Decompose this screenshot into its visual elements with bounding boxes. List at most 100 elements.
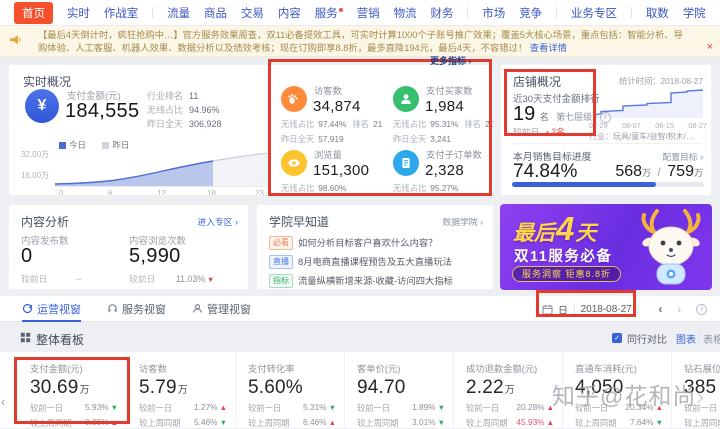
nav-item-service[interactable]: 服务 [315,5,343,21]
metric-card-visitors[interactable]: 访客数 34,874 无线占比 97.44% 排名 21 昨日全天 57,919 [281,83,391,144]
trend-arrow-icon: ▲ [328,418,336,427]
trend-arrow-icon: ▼ [110,403,118,412]
academy-link[interactable]: 数据学院 › [442,215,483,228]
kpi-value: 5.60% [248,377,303,398]
kpi-card-ztc-cost[interactable]: 直通车消耗(元) 4,050 较前一日 20.34% ▲ 较上周同期 7.64% ▼ [562,352,671,428]
rank-delta-value: 2名 [551,127,565,137]
nav-item-finance[interactable]: 财务 [430,5,453,21]
nav-item-logistics[interactable]: 物流 [394,5,417,21]
table-toggle[interactable]: 表格 [703,331,720,346]
close-icon[interactable]: × [707,42,713,53]
kpi-card-diamond-cost[interactable]: 钻石展位消耗(元) 385 较前一日20.18%▲ 较上周同期1.09%▲ [671,352,720,428]
banner-headline: 最后4天 [513,210,597,247]
y-tick-top: 32.00万 [21,150,50,159]
date-picker: 日 | 2018-08-27 | ‹ › i [542,296,708,322]
stat-industry-rank: 行业排名 11 [147,91,199,101]
next-date-button[interactable]: › [677,302,681,316]
kpi-compare-week: 较上周同期1.09%▲ [684,418,720,428]
carousel-left-arrow[interactable]: ‹ [1,394,5,409]
calendar-icon [542,304,553,315]
nav-item-traffic[interactable]: 流量 [167,5,190,21]
realtime-area-chart [55,152,267,187]
kpi-compare-day: 较前一日20.18%▲ [684,403,718,413]
tab-service-view[interactable]: 服务视窗 [107,296,166,322]
tag-live: 直播 [269,255,293,269]
nav-item-warroom[interactable]: 作战室 [104,5,139,21]
tab-management-view[interactable]: 管理视窗 [192,296,251,322]
kpi-card-visitors[interactable]: 访客数 5.79万 较前一日 1.27% ▲ 较上周同期 5.46% ▼ [126,352,235,428]
nav-item-trade[interactable]: 交易 [241,5,264,21]
promo-banner[interactable]: 最后4天 双11服务必备 服务洞察 钜惠8.8折 [500,204,712,290]
goal-progress-fill [512,182,656,187]
metric-value: 151,300 [313,162,370,179]
goal-config-link[interactable]: 配置目标 › [662,150,703,163]
legend-yday-label: 昨日 [112,140,130,150]
peer-compare-checkbox[interactable]: ✓ [612,333,622,343]
academy-item[interactable]: 指标 流量纵横新增来源-收藏-访问四大指标 [269,273,453,288]
metric-card-pay-buyers[interactable]: 支付买家数 1,984 无线占比 95.31% 排名 20 昨日全天 3,241 [393,83,493,144]
notice-text: 【最后4天倒计时，疯狂抢购中…】官方服务效果周查，双11必备提效工具，可实时计算… [38,29,690,54]
person-icon [193,303,202,313]
date-granularity[interactable]: 日 [558,302,568,317]
kpi-compare-day: 较前一日 20.28% ▲ [466,402,554,413]
announcement-icon [10,35,21,45]
metric-card-pageviews[interactable]: 浏览量 151,300 无线占比98.60% 昨日全天251,446 [281,147,391,195]
nav-item-data-fetch[interactable]: 取数 [646,5,669,21]
kpi-compare-day: 较前一日 5.31% ▼ [248,402,336,413]
kpi-compare-week: 较上周同期 3.01% ▼ [357,417,445,428]
metric-substat: 无线占比 95.27% [393,183,459,193]
trend-arrow-icon: ▼ [219,418,227,427]
prev-date-button[interactable]: ‹ [658,302,662,316]
metric-card-pay-suborders[interactable]: 支付子订单数 2,328 无线占比95.27% 昨日全天3,866 [393,147,493,195]
nav-item-competition[interactable]: 竞争 [519,5,542,21]
realtime-overview-panel: 实时概况 ¥ 支付金额(元) 184,555 行业排名 11 无线占比 94.96%… [8,64,494,196]
metric-value: 2,328 [425,162,465,179]
kpi-compare-week: 较上周同期 0.05% ▲ [30,417,118,428]
dashboard-icon [20,332,31,343]
kpi-card-avg-order[interactable]: 客单价(元) 94.70 较前一日 1.89% ▼ 较上周同期 3.01% ▼ [344,352,453,428]
nav-item-bizzone[interactable]: 业务专区 [571,5,617,21]
x-tick-23: 23 [255,189,264,196]
rank-level: 第七层级 [556,112,593,122]
more-metrics-link[interactable]: 更多指标 › [430,54,472,67]
footprint-icon [281,86,307,112]
nav-item-content[interactable]: 内容 [278,5,301,21]
nav-item-home[interactable]: 首页 [14,1,53,24]
kpi-compare-week: 较上周同期 6.46% ▲ [248,417,336,428]
kpi-value: 385 [684,377,717,398]
chart-toggle[interactable]: 图表 [676,331,696,346]
rank-delta: 较前日 ▲2名 [513,127,565,137]
panel-title: 内容分析 [21,215,70,229]
date-value[interactable]: 2018-08-27 [581,304,632,315]
metric-name: 访客数 [314,86,342,96]
legend-today-label: 今日 [69,140,87,150]
kpi-card-refund[interactable]: 成功退款金额(元) 2.22万 较前一日 20.28% ▲ 较上周同期 45.93% ▲ [453,352,562,428]
tab-label: 运营视窗 [37,303,81,316]
nav-item-realtime[interactable]: 实时 [67,5,90,21]
kpi-card-pay-amount[interactable]: 支付金额(元) 30.69万 较前一日 5.93% ▼ 较上周同期 0.05% ▲ [0,352,126,428]
caret-right-icon: › [700,152,703,162]
nav-item-academy[interactable]: 学院 [683,5,706,21]
refresh-icon [22,303,33,314]
academy-item[interactable]: 必看 如何分析目标客户喜欢什么内容？ [269,235,437,250]
info-icon[interactable]: i [696,303,708,315]
metric-value: 184,555 [65,100,140,122]
kpi-compare-week: 较上周同期 45.93% ▲ [466,417,554,428]
board-header: 整体看板 ✓ 同行对比 图表 | 表格 [0,322,720,352]
down-arrow-icon: ▼ [207,275,215,284]
content-publish-value: 0 [21,245,33,267]
trend-arrow-icon: ▲ [546,403,554,412]
nav-item-marketing[interactable]: 营销 [357,5,380,21]
nav-divider [630,7,632,18]
academy-item[interactable]: 直播 8月电商直播课程预告及五大直播玩法 [269,254,452,269]
enter-zone-link[interactable]: 进入专区 › [197,215,238,228]
deer-mascot [641,209,701,285]
kpi-card-conversion[interactable]: 支付转化率 5.60% 较前一日 5.31% ▼ 较上周同期 6.46% ▲ [235,352,344,428]
notice-detail-link[interactable]: 查看详情 [530,43,567,53]
kpi-label: 支付金额(元) [30,364,83,374]
tab-operations-view[interactable]: 运营视窗 [22,296,81,322]
nav-item-market[interactable]: 市场 [482,5,505,21]
caret-right-icon: › [480,217,483,227]
nav-item-goods[interactable]: 商品 [204,5,227,21]
panel-title: 实时概况 [23,75,72,89]
